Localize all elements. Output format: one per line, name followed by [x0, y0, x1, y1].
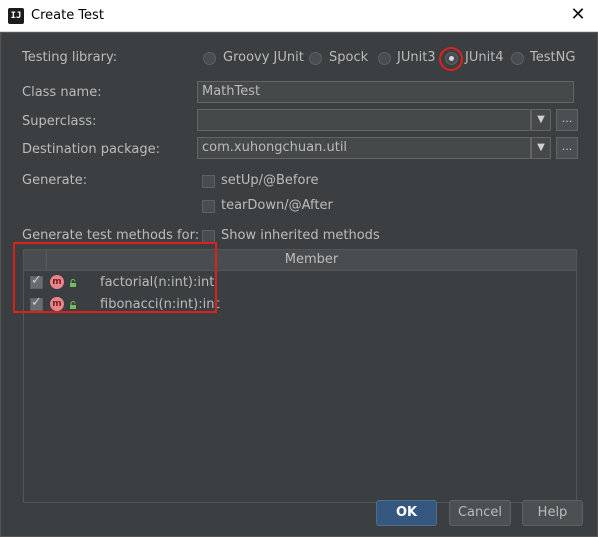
class-name-label: Class name: — [22, 85, 102, 100]
radio-button[interactable] — [203, 52, 216, 65]
ok-button[interactable]: OK — [376, 500, 437, 526]
checkbox[interactable] — [202, 200, 215, 213]
annotation-highlight-box — [13, 242, 217, 313]
destination-browse-button[interactable]: ... — [556, 137, 578, 159]
destination-package-combo[interactable]: com.xuhongchuan.util — [197, 137, 531, 159]
radio-label: TestNG — [530, 50, 576, 65]
radio-label: Groovy JUnit — [223, 50, 304, 65]
checkbox[interactable] — [202, 175, 215, 188]
checkbox-label: setUp/@Before — [221, 173, 319, 188]
radio-button[interactable] — [378, 52, 391, 65]
radio-label: JUnit4 — [465, 50, 504, 65]
chevron-down-icon[interactable]: ▼ — [531, 137, 551, 159]
help-button[interactable]: Help — [522, 500, 583, 526]
radio-label: Spock — [329, 50, 369, 65]
radio-button[interactable] — [511, 52, 524, 65]
superclass-combo[interactable] — [197, 109, 531, 131]
close-button[interactable]: ✕ — [566, 4, 590, 26]
generate-methods-label: Generate test methods for: — [22, 228, 200, 243]
window-title: Create Test — [31, 8, 104, 23]
chevron-down-icon[interactable]: ▼ — [531, 109, 551, 131]
superclass-browse-button[interactable]: ... — [556, 109, 578, 131]
create-test-dialog: Testing library: Groovy JUnit Spock JUni… — [0, 32, 598, 537]
radio-button[interactable] — [445, 52, 458, 65]
checkbox-label: Show inherited methods — [221, 228, 380, 243]
radio-button[interactable] — [309, 52, 322, 65]
superclass-label: Superclass: — [22, 114, 97, 129]
destination-package-label: Destination package: — [22, 142, 160, 157]
cancel-button[interactable]: Cancel — [449, 500, 511, 526]
title-bar: IJ Create Test ✕ — [0, 0, 598, 32]
testing-library-label: Testing library: — [22, 50, 118, 65]
checkbox-label: tearDown/@After — [221, 198, 333, 213]
class-name-field[interactable]: MathTest — [197, 81, 574, 103]
generate-label: Generate: — [22, 173, 88, 188]
ij-logo-icon: IJ — [8, 8, 24, 24]
radio-label: JUnit3 — [397, 50, 436, 65]
